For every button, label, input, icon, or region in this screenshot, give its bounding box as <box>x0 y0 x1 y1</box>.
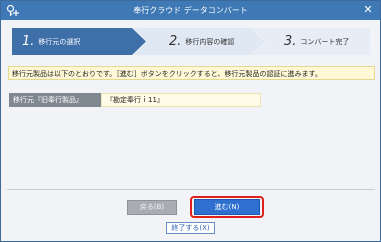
step-2-number: 2. <box>169 34 182 49</box>
back-button[interactable]: 戻る(B) <box>127 200 177 215</box>
step-1-label: 移行元の選択 <box>38 37 81 46</box>
footer-divider <box>7 189 375 190</box>
exit-button[interactable]: 終了する(X) <box>166 222 215 234</box>
step-1-number: 1. <box>22 34 35 49</box>
wizard-steps: 1. 移行元の選択 2. 移行内容の確認 3. コンバート完了 <box>12 28 370 55</box>
step-3-number: 3. <box>284 34 297 49</box>
source-product-label: 移行元『旧奉行製品』 <box>9 93 101 107</box>
step-1: 1. 移行元の選択 <box>22 28 80 55</box>
next-button[interactable]: 進む(N) <box>194 199 260 215</box>
window-title: 奉行クラウド データコンバート <box>133 6 248 15</box>
dialog-window: 奉行クラウド データコンバート ✕ 1. 移行元の選択 2. 移行内容の確認 3… <box>0 0 381 242</box>
info-message: 移行元製品は以下のとおりです。［進む］ボタンをクリックすると、移行元製品の認証に… <box>8 66 375 80</box>
step-2: 2. 移行内容の確認 <box>169 28 234 55</box>
step-2-label: 移行内容の確認 <box>185 37 235 46</box>
source-product-value: 『勘定奉行ｉ11』 <box>101 93 261 107</box>
step-3: 3. コンバート完了 <box>284 28 349 55</box>
step-3-label: コンバート完了 <box>300 37 350 46</box>
title-bar: 奉行クラウド データコンバート ✕ <box>1 1 380 20</box>
close-icon[interactable]: ✕ <box>362 3 374 17</box>
